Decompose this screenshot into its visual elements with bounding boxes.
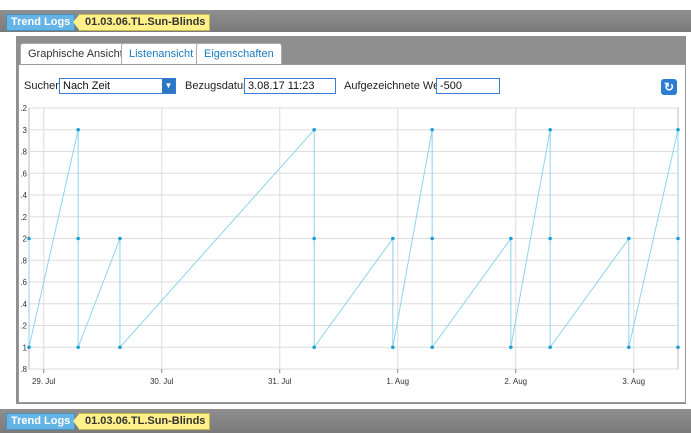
data-point — [27, 345, 31, 350]
data-point — [76, 236, 80, 241]
data-point — [312, 345, 316, 350]
y-tick-label: 3 — [23, 126, 28, 135]
data-point — [627, 236, 631, 241]
y-tick-label: 2.6 — [20, 169, 28, 178]
y-tick-label: 2.4 — [20, 191, 28, 200]
tab-eigenschaften[interactable]: Eigenschaften — [196, 43, 282, 64]
data-point — [676, 236, 680, 241]
refresh-icon[interactable]: ↻ — [661, 79, 677, 95]
x-tick-label: 1. Aug — [386, 377, 409, 386]
data-point — [548, 236, 552, 241]
data-point — [391, 236, 395, 241]
data-point — [430, 345, 434, 350]
data-point — [548, 127, 552, 132]
x-tick-label: 29. Jul — [32, 377, 56, 386]
data-point — [391, 345, 395, 350]
y-tick-label: 1 — [23, 343, 28, 352]
data-point — [76, 345, 80, 350]
x-tick-label: 30. Jul — [150, 377, 174, 386]
x-tick-label: 3. Aug — [622, 377, 645, 386]
data-point — [312, 127, 316, 132]
data-point — [430, 127, 434, 132]
data-point — [312, 236, 316, 241]
data-point — [627, 345, 631, 350]
data-point — [430, 236, 434, 241]
top-breadcrumb-bar: Trend Logs 01.03.06.TL.Sun-Blinds — [0, 10, 691, 32]
search-label: Suchen — [24, 80, 62, 92]
tab-listenansicht[interactable]: Listenansicht — [121, 43, 202, 64]
y-tick-label: 2.8 — [20, 148, 28, 157]
breadcrumb-root[interactable]: Trend Logs — [6, 14, 76, 31]
x-tick-label: 31. Jul — [268, 377, 292, 386]
reference-date-input[interactable]: 3.08.17 11:23 — [244, 78, 336, 94]
data-point — [118, 236, 122, 241]
data-point — [676, 127, 680, 132]
data-point — [676, 345, 680, 350]
recorded-values-input[interactable]: -500 — [436, 78, 500, 94]
search-mode-value: Nach Zeit — [63, 80, 111, 92]
breadcrumb-current-bottom[interactable]: 01.03.06.TL.Sun-Blinds — [72, 413, 211, 430]
reference-date-label: Bezugsdatum — [185, 80, 253, 92]
data-point — [509, 345, 513, 350]
data-point — [509, 236, 513, 241]
search-mode-select[interactable]: Nach Zeit ▼ — [59, 78, 176, 94]
x-tick-label: 2. Aug — [504, 377, 527, 386]
y-tick-label: 1.6 — [20, 278, 28, 287]
data-point — [548, 345, 552, 350]
breadcrumb-root-bottom[interactable]: Trend Logs — [6, 413, 76, 430]
trend-chart: 0.8 1 1.2 1.4 1.6 1.8 2 2.2 2.4 2.6 2.8 3 3.2 29. Jul… — [20, 105, 680, 386]
y-tick-label: 2.2 — [20, 213, 28, 222]
bottom-breadcrumb-bar: Trend Logs 01.03.06.TL.Sun-Blinds — [0, 409, 691, 433]
data-point — [118, 345, 122, 350]
chevron-down-icon[interactable]: ▼ — [162, 79, 175, 93]
y-tick-label: 1.2 — [20, 322, 28, 331]
y-tick-label: 2 — [23, 235, 28, 244]
data-point — [76, 127, 80, 132]
data-point — [27, 236, 31, 241]
breadcrumb-current[interactable]: 01.03.06.TL.Sun-Blinds — [72, 14, 211, 31]
y-tick-label: 3.2 — [20, 105, 28, 113]
tab-graphische-ansicht[interactable]: Graphische Ansicht — [20, 43, 131, 64]
y-tick-label: 0.8 — [20, 365, 28, 374]
y-tick-label: 1.4 — [20, 300, 28, 309]
y-tick-label: 1.8 — [20, 256, 28, 265]
